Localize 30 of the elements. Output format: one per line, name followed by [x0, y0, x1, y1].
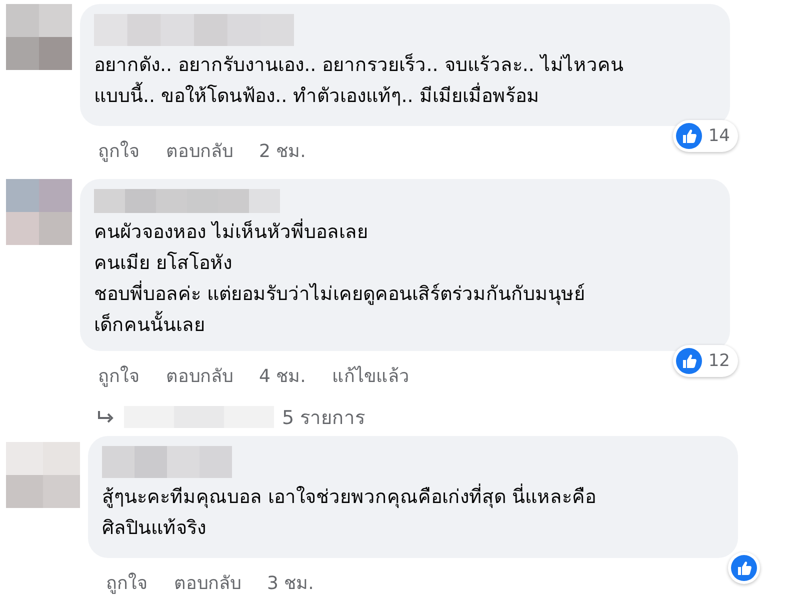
view-replies-link[interactable]: 5 รายการ — [80, 390, 800, 432]
action-link[interactable]: ตอบกลับ — [166, 136, 233, 165]
comment-text: คนเมีย ยโสโอหัง — [94, 250, 234, 276]
like-icon — [676, 348, 702, 374]
avatar-mosaic-drawing — [6, 4, 72, 70]
action-link[interactable]: ตอบกลับ — [174, 568, 241, 597]
avatar-mosaic-drawing — [6, 179, 72, 245]
action-link[interactable]: ถูกใจ — [106, 568, 148, 597]
like-icon — [676, 123, 702, 149]
timestamp-link[interactable]: 3 ชม. — [267, 568, 314, 597]
comment-text: ศิลปินแท้จริง — [102, 516, 207, 541]
comment-text: สู้ๆนะคะทีมคุณบอล เอาใจช่วยพวกคุณคือเก่งที่สุด นี่แหละคือ — [102, 482, 720, 513]
comment-text: อยากดัง.. อยากรับงานเอง.. อยากรวยเร็ว.. จบแร้วละ.. ไม่ไหวคน — [94, 52, 624, 78]
reaction-count: 14 — [708, 126, 730, 146]
timestamp-link[interactable]: 2 ชม. — [259, 136, 306, 165]
action-link[interactable]: ถูกใจ — [98, 136, 140, 165]
reaction-count: 12 — [708, 351, 730, 371]
action-link[interactable]: ตอบกลับ — [166, 361, 233, 390]
comment-text: แบบนี้.. ขอให้โดนฟ้อง.. ทำตัวเองแท้ๆ.. มีเมียเมื่อพร้อม — [94, 81, 712, 112]
reply-arrow-icon — [96, 409, 116, 425]
action-link[interactable]: ถูกใจ — [98, 361, 140, 390]
timestamp-link[interactable]: 4 ชม. — [259, 361, 306, 390]
comment-text: เด็กคนนั้นเลย — [94, 310, 712, 341]
comment-text: ชอบพี่บอลค่ะ แต่ยอมรับว่าไม่เคยดูคอนเสิร์ตร่วมกันกับมนุษย์ — [94, 279, 712, 310]
reaction-badge[interactable] — [728, 552, 760, 584]
comment-text: คนผัวจองหอง ไม่เห็นหัวพี่บอลเลย — [94, 217, 712, 248]
like-icon — [731, 555, 757, 581]
reaction-badge[interactable]: 14 — [673, 120, 738, 152]
edited-label: แก้ไขแล้ว — [332, 364, 409, 389]
reaction-badge[interactable]: 12 — [673, 345, 738, 377]
